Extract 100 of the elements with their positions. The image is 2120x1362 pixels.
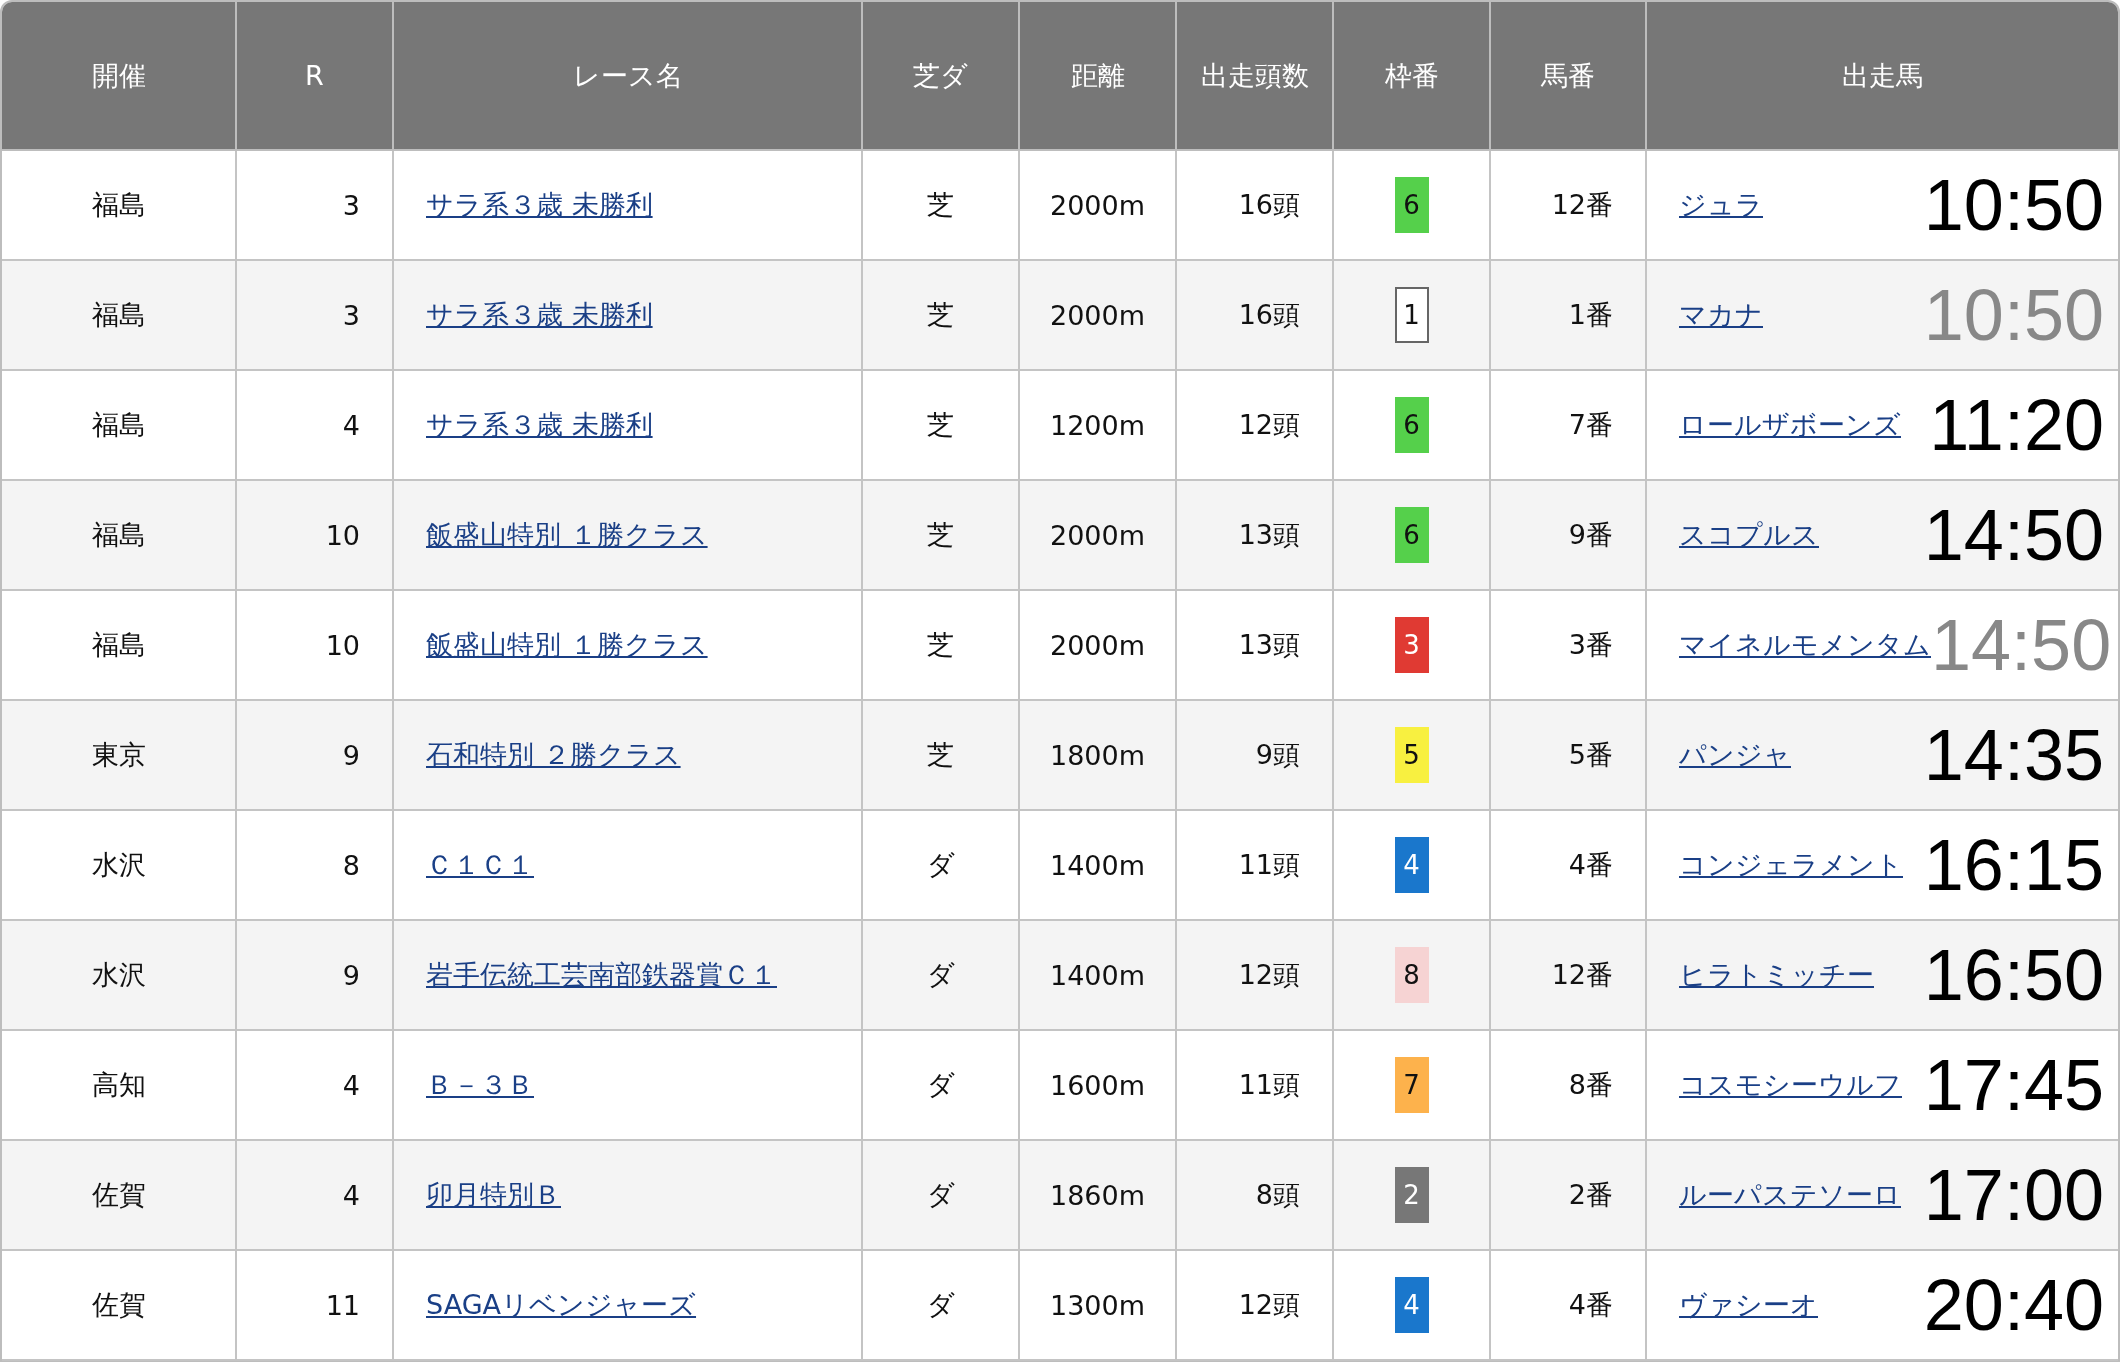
race-link[interactable]: サラ系３歳 未勝利 (426, 409, 653, 440)
table-cell: 2000m (1020, 481, 1177, 591)
table-cell: 11頭 (1177, 1031, 1334, 1141)
race-link[interactable]: サラ系３歳 未勝利 (426, 299, 653, 330)
table-cell: 佐賀 (2, 1141, 237, 1251)
horse-link[interactable]: ジュラ (1679, 187, 1763, 223)
horse-link[interactable]: マカナ (1679, 297, 1763, 333)
post-time: 14:50 (1931, 609, 2112, 681)
frame-number-badge: 8 (1394, 947, 1429, 1003)
table-cell: 1400m (1020, 811, 1177, 921)
table-cell: ダ (863, 1251, 1020, 1361)
horse-link[interactable]: コンジェラメント (1679, 847, 1903, 883)
table-cell: ダ (863, 921, 1020, 1031)
post-time: 10:50 (1923, 169, 2104, 241)
table-cell: 7番 (1491, 371, 1647, 481)
column-header: 馬番 (1491, 2, 1647, 151)
column-header: R (237, 2, 394, 151)
horse-link[interactable]: ロールザボーンズ (1679, 407, 1901, 443)
table-cell: 2000m (1020, 591, 1177, 701)
table-cell: 芝 (863, 591, 1020, 701)
table-cell: 福島 (2, 261, 237, 371)
race-link[interactable]: 卯月特別Ｂ (426, 1179, 561, 1210)
post-time: 10:50 (1923, 279, 2104, 351)
table-cell: 1300m (1020, 1251, 1177, 1361)
table-cell: 12番 (1491, 151, 1647, 261)
table-cell: 8 (237, 811, 394, 921)
table-cell: 9番 (1491, 481, 1647, 591)
table-cell: 12頭 (1177, 1251, 1334, 1361)
column-header: 枠番 (1334, 2, 1491, 151)
horse-link[interactable]: ルーパステソーロ (1679, 1177, 1901, 1213)
race-link[interactable]: 飯盛山特別 １勝クラス (426, 629, 708, 660)
table-cell: 13頭 (1177, 481, 1334, 591)
table-cell: 4 (237, 1031, 394, 1141)
race-link[interactable]: Ｂ－３Ｂ (426, 1069, 534, 1100)
column-header: 芝ダ (863, 2, 1020, 151)
table-cell: 高知 (2, 1031, 237, 1141)
frame-number-badge: 4 (1394, 837, 1429, 893)
table-cell: ダ (863, 811, 1020, 921)
table-cell: 芝 (863, 151, 1020, 261)
frame-number-badge: 6 (1394, 507, 1429, 563)
table-cell: 1400m (1020, 921, 1177, 1031)
table-cell: 16頭 (1177, 151, 1334, 261)
table-cell: 16頭 (1177, 261, 1334, 371)
horse-link[interactable]: スコプルス (1679, 517, 1819, 553)
horse-link[interactable]: パンジャ (1679, 737, 1791, 773)
table-cell: 4 (237, 371, 394, 481)
column-header: 出走馬 (1647, 2, 2118, 151)
race-link[interactable]: 飯盛山特別 １勝クラス (426, 519, 708, 550)
table-cell: 8番 (1491, 1031, 1647, 1141)
table-cell: 1番 (1491, 261, 1647, 371)
horse-link[interactable]: ヴァシーオ (1679, 1287, 1818, 1323)
table-cell: 10 (237, 481, 394, 591)
post-time: 17:45 (1923, 1049, 2104, 1121)
table-cell: 1200m (1020, 371, 1177, 481)
table-cell: 5番 (1491, 701, 1647, 811)
frame-number-badge: 3 (1394, 617, 1429, 673)
table-cell: 4 (237, 1141, 394, 1251)
table-cell: 1860m (1020, 1141, 1177, 1251)
table-cell: 2000m (1020, 261, 1177, 371)
frame-number-badge: 4 (1394, 1277, 1429, 1333)
column-header: 出走頭数 (1177, 2, 1334, 151)
race-link[interactable]: Ｃ１Ｃ１ (426, 849, 534, 880)
table-cell: 芝 (863, 481, 1020, 591)
table-cell: 芝 (863, 261, 1020, 371)
table-cell: 8頭 (1177, 1141, 1334, 1251)
table-cell: 4番 (1491, 1251, 1647, 1361)
table-cell: 4番 (1491, 811, 1647, 921)
table-cell: 9頭 (1177, 701, 1334, 811)
race-link[interactable]: サラ系３歳 未勝利 (426, 189, 653, 220)
table-cell: 3 (237, 151, 394, 261)
race-link[interactable]: SAGAリベンジャーズ (426, 1289, 697, 1320)
table-cell: 12頭 (1177, 921, 1334, 1031)
column-header: レース名 (394, 2, 863, 151)
horse-link[interactable]: マイネルモメンタム (1679, 627, 1931, 663)
column-header: 開催 (2, 2, 237, 151)
post-time: 17:00 (1923, 1159, 2104, 1231)
post-time: 20:40 (1923, 1269, 2104, 1341)
table-cell: 2番 (1491, 1141, 1647, 1251)
table-cell: 佐賀 (2, 1251, 237, 1361)
table-cell: 9 (237, 921, 394, 1031)
race-link[interactable]: 石和特別 ２勝クラス (426, 739, 681, 770)
table-cell: 10 (237, 591, 394, 701)
table-cell: ダ (863, 1141, 1020, 1251)
table-cell: 福島 (2, 151, 237, 261)
table-cell: 3 (237, 261, 394, 371)
table-cell: 12番 (1491, 921, 1647, 1031)
table-cell: 2000m (1020, 151, 1177, 261)
post-time: 11:20 (1929, 389, 2104, 461)
table-cell: 水沢 (2, 811, 237, 921)
table-cell: 13頭 (1177, 591, 1334, 701)
table-cell: 福島 (2, 371, 237, 481)
horse-link[interactable]: コスモシーウルフ (1679, 1067, 1902, 1103)
frame-number-badge: 6 (1394, 177, 1429, 233)
table-cell: 12頭 (1177, 371, 1334, 481)
horse-link[interactable]: ヒラトミッチー (1679, 957, 1874, 993)
table-cell: 3番 (1491, 591, 1647, 701)
frame-number-badge: 7 (1394, 1057, 1429, 1113)
table-cell: 水沢 (2, 921, 237, 1031)
frame-number-badge: 2 (1394, 1167, 1429, 1223)
frame-number-badge: 5 (1394, 727, 1429, 783)
